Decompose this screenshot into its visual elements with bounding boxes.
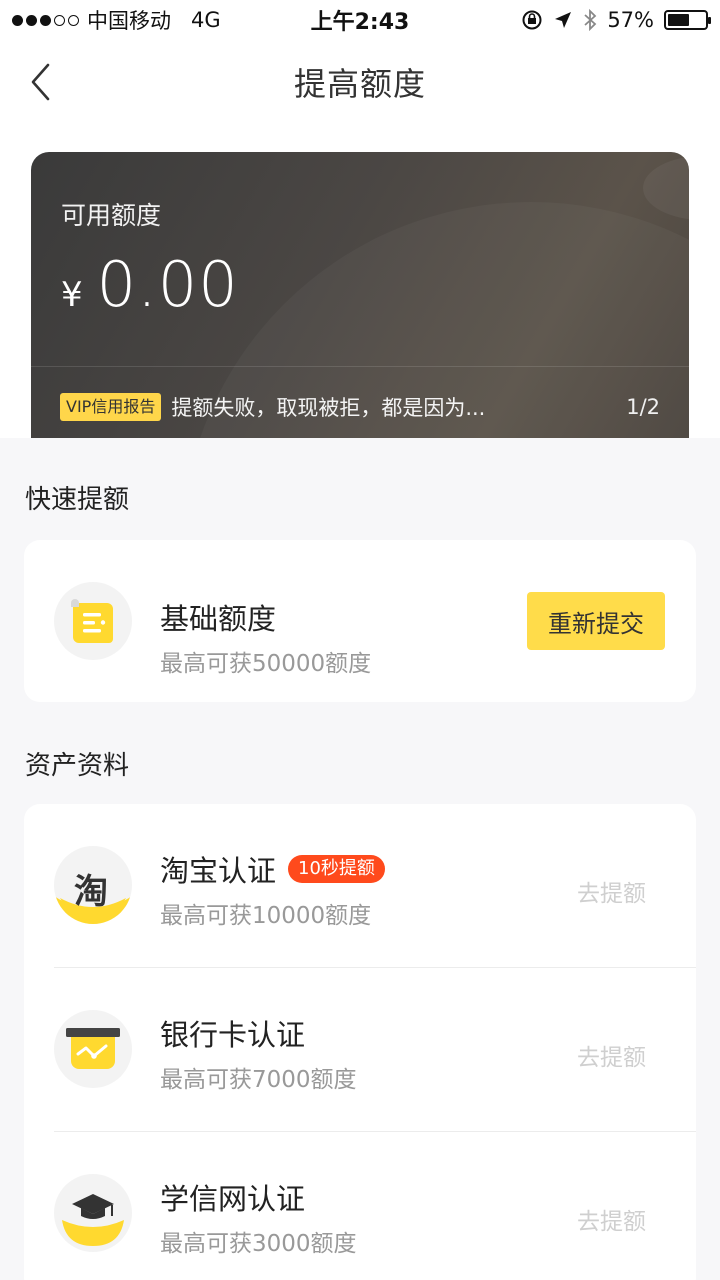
bank-card-action[interactable]: 去提额 — [577, 1038, 646, 1072]
bank-card-subtitle: 最高可获7000额度 — [160, 1067, 357, 1093]
resubmit-button[interactable]: 重新提交 — [527, 592, 665, 650]
orientation-lock-icon — [522, 10, 542, 30]
status-right: 57% — [521, 8, 711, 32]
back-button[interactable] — [20, 60, 60, 104]
status-left: 中国移动 4G — [12, 5, 221, 35]
signal-strength-icon — [12, 14, 79, 26]
bluetooth-icon — [584, 8, 597, 32]
document-icon — [54, 582, 132, 660]
list-item-taobao[interactable]: 淘 淘宝认证 10秒提额 最高可获10000额度 去提额 — [24, 804, 696, 968]
xuexin-action[interactable]: 去提额 — [577, 1202, 646, 1236]
vip-report-notice[interactable]: VIP信用报告 提额失败，取现被拒，都是因为... 1/2 — [60, 392, 660, 422]
basic-limit-subtitle: 最高可获50000额度 — [160, 651, 372, 677]
available-limit-label: 可用额度 — [61, 201, 162, 230]
available-limit-amount: ¥ 0.00 — [61, 248, 239, 321]
card-decoration — [643, 156, 689, 220]
vip-report-badge: VIP信用报告 — [60, 393, 162, 421]
notice-pagination: 1/2 — [626, 395, 660, 419]
notice-text: 提额失败，取现被拒，都是因为... — [171, 396, 486, 420]
battery-percent: 57% — [607, 8, 654, 32]
list-item-xuexin[interactable]: 学信网认证 最高可获3000额度 去提额 — [24, 1132, 696, 1280]
assets-panel: 淘 淘宝认证 10秒提额 最高可获10000额度 去提额 银行卡认证 最高可获7… — [24, 804, 696, 1280]
taobao-action[interactable]: 去提额 — [577, 874, 646, 908]
network-type: 4G — [191, 8, 221, 32]
carrier-name: 中国移动 — [87, 9, 171, 33]
taobao-glyph: 淘 — [74, 872, 108, 912]
credit-limit-card: 可用额度 ¥ 0.00 VIP信用报告 提额失败，取现被拒，都是因为... 1/… — [31, 152, 689, 438]
battery-icon — [664, 10, 711, 30]
amount-value: 0.00 — [96, 248, 239, 321]
bank-card-title: 银行卡认证 — [160, 1018, 306, 1052]
taobao-subtitle: 最高可获10000额度 — [160, 903, 372, 929]
basic-limit-item: 基础额度 最高可获50000额度 重新提交 — [24, 540, 696, 702]
xuexin-subtitle: 最高可获3000额度 — [160, 1231, 357, 1257]
section-title-assets: 资产资料 — [25, 751, 130, 781]
quick-panel: 基础额度 最高可获50000额度 重新提交 — [24, 540, 696, 702]
list-item-bank-card[interactable]: 银行卡认证 最高可获7000额度 去提额 — [24, 968, 696, 1132]
divider — [31, 366, 689, 367]
taobao-icon: 淘 — [54, 846, 132, 924]
location-icon — [555, 12, 572, 28]
chevron-left-icon — [31, 63, 50, 101]
basic-limit-title: 基础额度 — [160, 602, 277, 636]
page-title: 提高额度 — [293, 65, 426, 103]
navigation-bar: 提高额度 — [0, 40, 720, 124]
bank-card-icon — [54, 1010, 132, 1088]
taobao-title: 淘宝认证 — [160, 854, 277, 888]
status-bar: 中国移动 4G 上午2:43 57% — [0, 0, 720, 40]
currency-symbol: ¥ — [61, 275, 83, 315]
fast-limit-badge: 10秒提额 — [288, 855, 385, 883]
xuexin-title: 学信网认证 — [160, 1182, 306, 1216]
taobao-title-row: 淘宝认证 10秒提额 — [160, 848, 385, 890]
section-title-quick: 快速提额 — [25, 485, 130, 515]
battery-level — [668, 14, 689, 26]
graduation-cap-icon — [54, 1174, 132, 1252]
